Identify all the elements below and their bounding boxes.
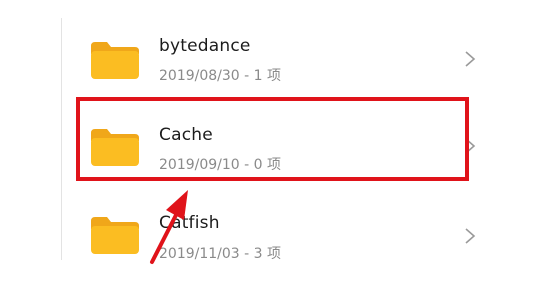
folder-meta: 2019/09/10 - 0 项 — [159, 157, 282, 173]
folder-name: bytedance — [159, 36, 251, 56]
folder-row-bytedance[interactable]: bytedance 2019/08/30 - 1 项 — [62, 18, 541, 108]
folder-name: Catfish — [159, 213, 220, 233]
folder-meta: 2019/08/30 - 1 项 — [159, 68, 282, 84]
folder-icon — [91, 129, 139, 166]
folder-row-cache[interactable]: Cache 2019/09/10 - 0 项 — [62, 103, 541, 193]
folder-row-catfish[interactable]: Catfish 2019/11/03 - 3 项 — [62, 193, 541, 283]
chevron-right-icon — [465, 228, 476, 244]
folder-icon — [91, 42, 139, 79]
chevron-right-icon — [465, 51, 476, 67]
folder-list: bytedance 2019/08/30 - 1 项 Cache 2019/09… — [0, 0, 541, 277]
folder-name: Cache — [159, 125, 213, 145]
chevron-right-icon — [465, 138, 476, 154]
folder-icon — [91, 217, 139, 254]
folder-meta: 2019/11/03 - 3 项 — [159, 246, 282, 262]
